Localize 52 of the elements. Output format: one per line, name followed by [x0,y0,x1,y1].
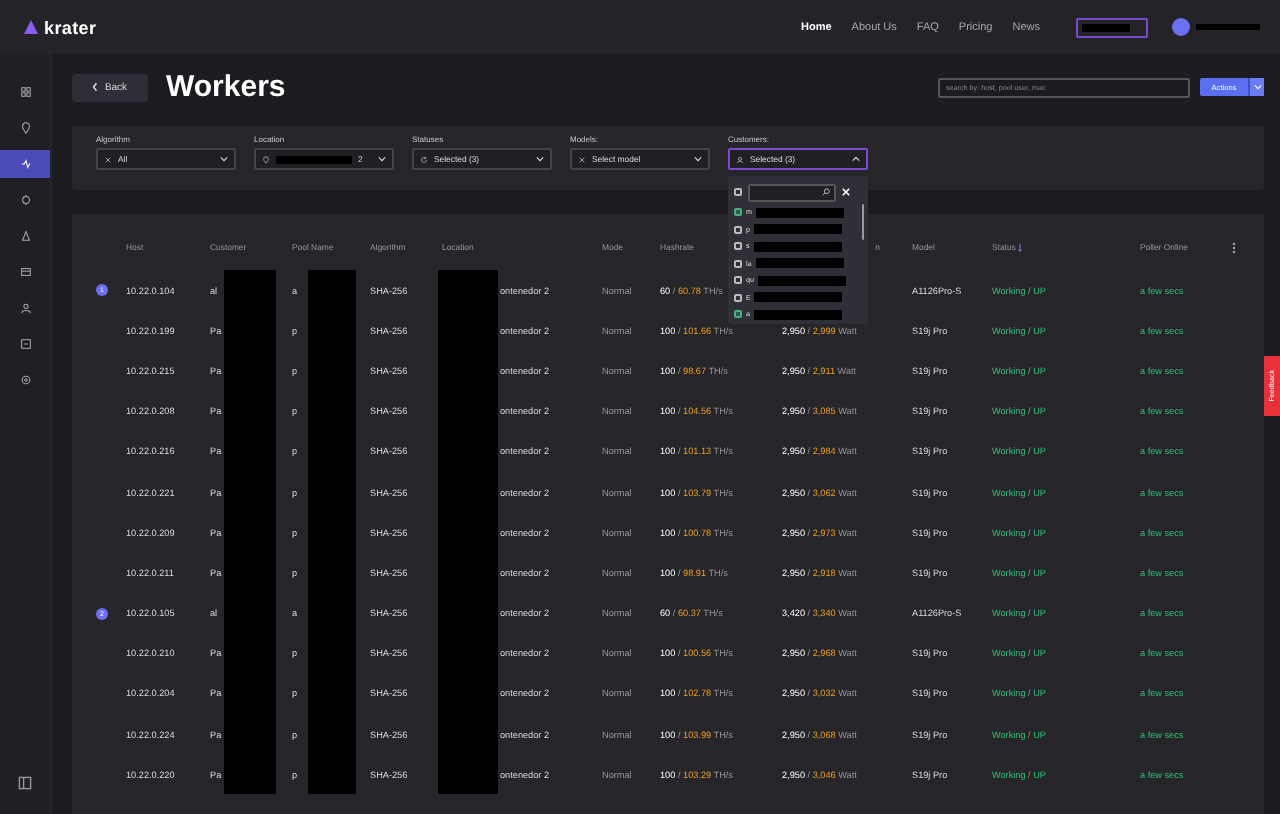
redaction-block [754,309,842,320]
search-field[interactable] [748,183,836,201]
redaction-block [224,754,276,795]
pin-icon [262,155,270,163]
checkbox[interactable] [734,188,742,196]
brand-name: krater [44,17,97,37]
pulse-icon[interactable] [19,158,31,170]
panel-icon[interactable] [19,266,31,278]
sort-arrow-icon [1017,243,1022,251]
caret-icon [536,156,544,162]
caret-icon [1253,84,1261,90]
actions-menu-button[interactable] [1248,78,1264,96]
redaction-block [758,275,846,286]
chevron-left-icon [92,82,99,92]
checkbox[interactable] [734,225,742,234]
user-icon [736,155,744,163]
gear-icon[interactable] [19,194,31,206]
checkbox[interactable] [734,259,742,268]
avatar-icon[interactable] [1172,18,1190,36]
redaction-block [753,241,842,252]
account-box[interactable] [1076,17,1148,37]
redaction-block [307,754,356,795]
logo-icon [24,20,38,34]
search-icon [822,188,830,196]
redaction-block [1196,24,1260,30]
caret-icon [378,156,386,162]
redaction-block [755,258,844,269]
caret-icon [694,156,702,162]
redaction-block [307,270,356,311]
redaction-block [754,224,842,235]
caret-icon [220,156,228,162]
checkbox[interactable] [734,293,742,302]
redaction-block [224,270,276,311]
page-title: Workers [166,70,286,104]
caret-icon [852,156,860,162]
redaction-block [438,754,498,795]
close-icon[interactable] [842,188,850,196]
sidebar-toggle-icon[interactable] [18,776,32,790]
redaction-block [438,270,498,311]
checkbox[interactable] [734,276,742,285]
redaction-block [756,207,844,218]
checkbox[interactable] [734,242,742,251]
user-icon[interactable] [19,302,31,314]
pin-icon[interactable] [19,122,31,134]
redaction-block [754,292,843,303]
checkbox[interactable] [734,310,742,319]
target-icon[interactable] [19,374,31,386]
checkbox[interactable] [734,208,742,217]
square-icon[interactable] [19,338,31,350]
triangle-icon[interactable] [19,230,31,242]
refresh-icon [420,155,428,163]
grid-icon[interactable] [19,86,31,98]
